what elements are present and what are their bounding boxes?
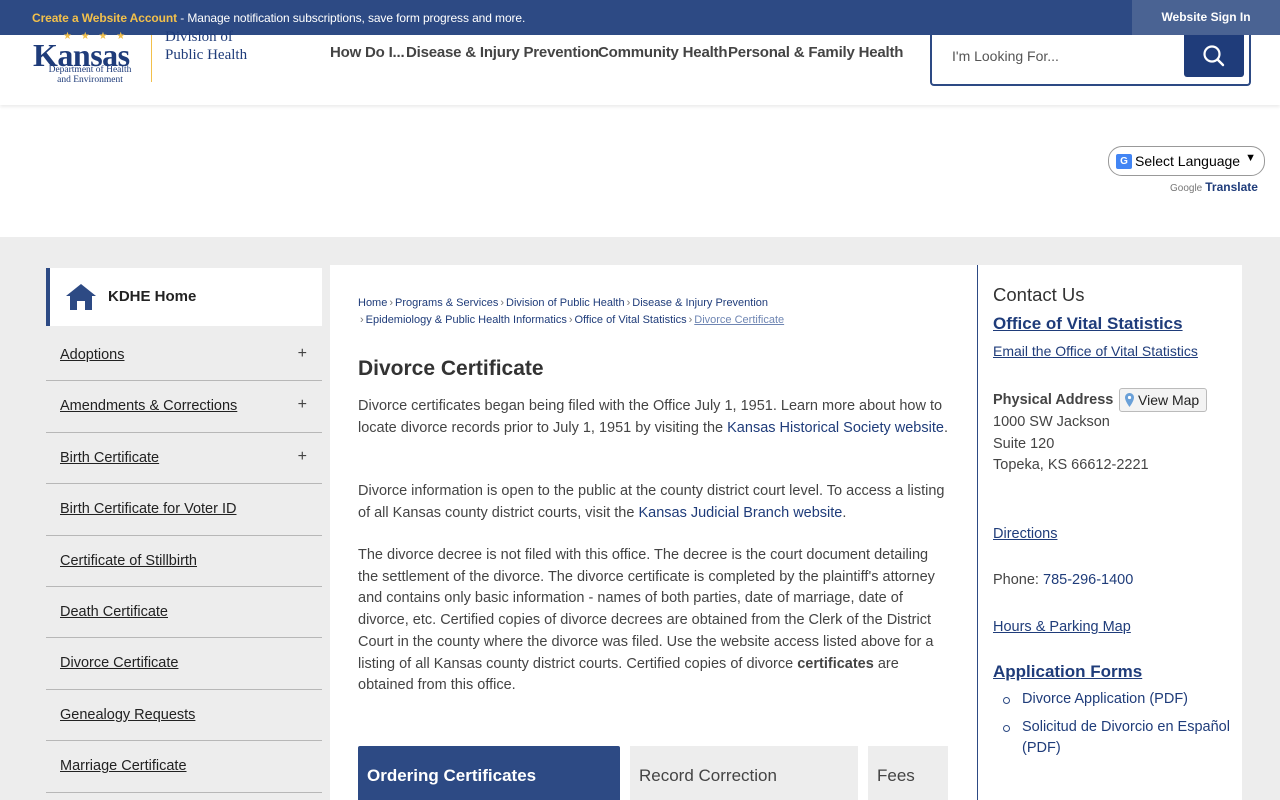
sidebar-item-voter-id: Birth Certificate for Voter ID <box>46 484 322 536</box>
application-forms-link[interactable]: Application Forms <box>993 662 1142 682</box>
site-search <box>930 35 1251 86</box>
tab-fees[interactable]: Fees <box>868 746 948 800</box>
expand-icon[interactable]: + <box>298 448 307 466</box>
intro-paragraph: Divorce certificates began being filed w… <box>358 396 950 439</box>
divorce-application-link[interactable]: Divorce Application (PDF) <box>1022 691 1188 707</box>
sidebar-list: Adoptions + Amendments & Corrections + Bir… <box>46 330 322 793</box>
search-input[interactable] <box>952 45 1182 67</box>
address-line2: Suite 120 <box>993 435 1055 452</box>
email-link[interactable]: Email the Office of Vital Statistics <box>993 343 1198 359</box>
sidebar-item-adoptions: Adoptions + <box>46 330 322 382</box>
logo-dept: Department of Health and Environment <box>45 65 135 85</box>
court-paragraph: Divorce information is open to the publi… <box>358 481 950 524</box>
tab-record-correction[interactable]: Record Correction <box>630 746 858 800</box>
sidebar-item-stillbirth: Certificate of Stillbirth <box>46 536 322 587</box>
logo-division-line1: Division of <box>165 29 233 45</box>
breadcrumb: Home › Programs & Services › Division of Pub… <box>358 297 785 326</box>
notification-text: - Manage notification subscriptions, sav… <box>176 11 526 25</box>
historical-society-link[interactable]: Kansas Historical Society website <box>727 420 944 436</box>
address-label: Physical Address <box>993 392 1114 408</box>
breadcrumb-disease[interactable]: Disease & Injury Prevention <box>632 297 768 309</box>
logo-division-line2: Public Health <box>165 47 248 63</box>
p3-bold: certificates <box>797 655 874 672</box>
google-label: Google <box>1170 183 1203 194</box>
sidebar-item-link[interactable]: Marriage Certificate <box>60 758 187 774</box>
sidebar-item-link[interactable]: Genealogy Requests <box>60 707 195 723</box>
logo-dept-line1: Department of Health <box>48 65 132 75</box>
google-translate-icon: G <box>1116 154 1132 169</box>
forms-list: Divorce Application (PDF) Solicitud de D… <box>993 689 1233 766</box>
nav-personal-family-health[interactable]: Personal & Family Health <box>728 44 903 61</box>
sidebar-item-link[interactable]: Divorce Certificate <box>60 655 178 671</box>
tab-ordering-certificates[interactable]: Ordering Certificates <box>358 746 620 800</box>
phone-link[interactable]: 785-296-1400 <box>1043 572 1133 588</box>
sidebar-item-birth-certificate: Birth Certificate + <box>46 433 322 485</box>
nav-disease-injury-prevention[interactable]: Disease & Injury Prevention <box>406 44 599 61</box>
address-line1: 1000 SW Jackson <box>993 414 1110 430</box>
kdhe-logo[interactable]: ★ ★ ★ ★ Kansas Department of Health and … <box>33 29 263 90</box>
logo-division: Division of Public Health <box>165 28 247 64</box>
contact-heading: Contact Us <box>993 284 1085 305</box>
office-link[interactable]: Office of Vital Statistics <box>993 314 1183 334</box>
view-map-label: View Map <box>1138 392 1200 408</box>
search-icon <box>1203 45 1225 67</box>
address-line3: Topeka, KS 66612-2221 <box>993 457 1149 474</box>
divorce-application-spanish-link[interactable]: Solicitud de Divorcio en Español (PDF) <box>1022 719 1230 757</box>
directions-link[interactable]: Directions <box>993 526 1057 542</box>
expand-icon[interactable]: + <box>298 396 307 414</box>
p2-end: . <box>842 504 847 521</box>
sidebar-item-link[interactable]: Certificate of Stillbirth <box>60 553 197 569</box>
contact-panel: Contact Us Office of Vital Statistics Em… <box>977 265 1242 800</box>
language-select-label: Select Language <box>1135 153 1241 169</box>
search-button[interactable] <box>1184 35 1244 77</box>
sidebar-item-link[interactable]: Birth Certificate <box>60 450 159 466</box>
create-account-link[interactable]: Create a Website Account <box>32 11 177 25</box>
powered-by-google: Google Translate <box>1170 180 1258 194</box>
sidebar-item-link[interactable]: Death Certificate <box>60 604 168 620</box>
list-item: Solicitud de Divorcio en Español (PDF) <box>993 717 1233 760</box>
sign-in-button[interactable]: Website Sign In <box>1132 0 1280 35</box>
phone-label: Phone: <box>993 572 1043 588</box>
sidebar-item-link[interactable]: Adoptions <box>60 347 125 363</box>
p1-end: . <box>943 419 948 436</box>
sidebar-item-link[interactable]: Birth Certificate for Voter ID <box>60 501 236 517</box>
judicial-branch-link[interactable]: Kansas Judicial Branch website <box>638 505 842 521</box>
notification-message: Create a Website Account - Manage notifi… <box>32 11 525 25</box>
content-tabs: Ordering Certificates Record Correction … <box>358 746 950 800</box>
sidebar-home[interactable]: KDHE Home <box>46 268 322 326</box>
breadcrumb-home[interactable]: Home <box>358 297 387 309</box>
decree-paragraph: The divorce decree is not filed with thi… <box>358 545 950 697</box>
home-icon <box>66 284 96 310</box>
page-title: Divorce Certificate <box>358 357 544 380</box>
chevron-down-icon: ▼ <box>1245 152 1256 164</box>
sidebar-item-death-certificate: Death Certificate <box>46 587 322 639</box>
nav-community-health[interactable]: Community Health <box>598 44 728 61</box>
p3-text: The divorce decree is not filed with thi… <box>358 547 935 672</box>
language-select[interactable]: G Select Language ▼ <box>1108 146 1265 176</box>
sidebar-item-genealogy: Genealogy Requests <box>46 690 322 742</box>
site-header: ★ ★ ★ ★ Kansas Department of Health and … <box>0 29 1280 105</box>
breadcrumb-programs[interactable]: Programs & Services <box>395 297 498 309</box>
expand-icon[interactable]: + <box>298 345 307 363</box>
list-item: Divorce Application (PDF) <box>993 689 1233 711</box>
logo-divider <box>151 35 152 82</box>
sidebar-home-label: KDHE Home <box>108 288 197 305</box>
breadcrumb-current[interactable]: Divorce Certificate <box>694 314 784 326</box>
breadcrumb-vital-stats[interactable]: Office of Vital Statistics <box>575 314 687 326</box>
translate-link[interactable]: Translate <box>1205 180 1258 194</box>
sidebar-item-link[interactable]: Amendments & Corrections <box>60 398 237 414</box>
view-map-button[interactable]: View Map <box>1119 388 1207 412</box>
sidebar-item-divorce-certificate: Divorce Certificate <box>46 638 322 690</box>
hours-link[interactable]: Hours & Parking Map <box>993 619 1131 635</box>
sidebar-item-amendments: Amendments & Corrections + <box>46 381 322 433</box>
phone: Phone: 785-296-1400 <box>993 572 1133 588</box>
breadcrumb-division[interactable]: Division of Public Health <box>506 297 625 309</box>
nav-how-do-i[interactable]: How Do I... <box>330 44 405 61</box>
address: 1000 SW Jackson Suite 120 Topeka, KS 666… <box>993 412 1149 477</box>
logo-dept-line2: and Environment <box>57 75 123 85</box>
breadcrumb-epidemiology[interactable]: Epidemiology & Public Health Informatics <box>366 314 567 326</box>
sidebar-item-marriage: Marriage Certificate <box>46 741 322 793</box>
main-content: Home › Programs & Services › Division of Pub… <box>330 265 978 800</box>
map-pin-icon <box>1125 393 1134 407</box>
